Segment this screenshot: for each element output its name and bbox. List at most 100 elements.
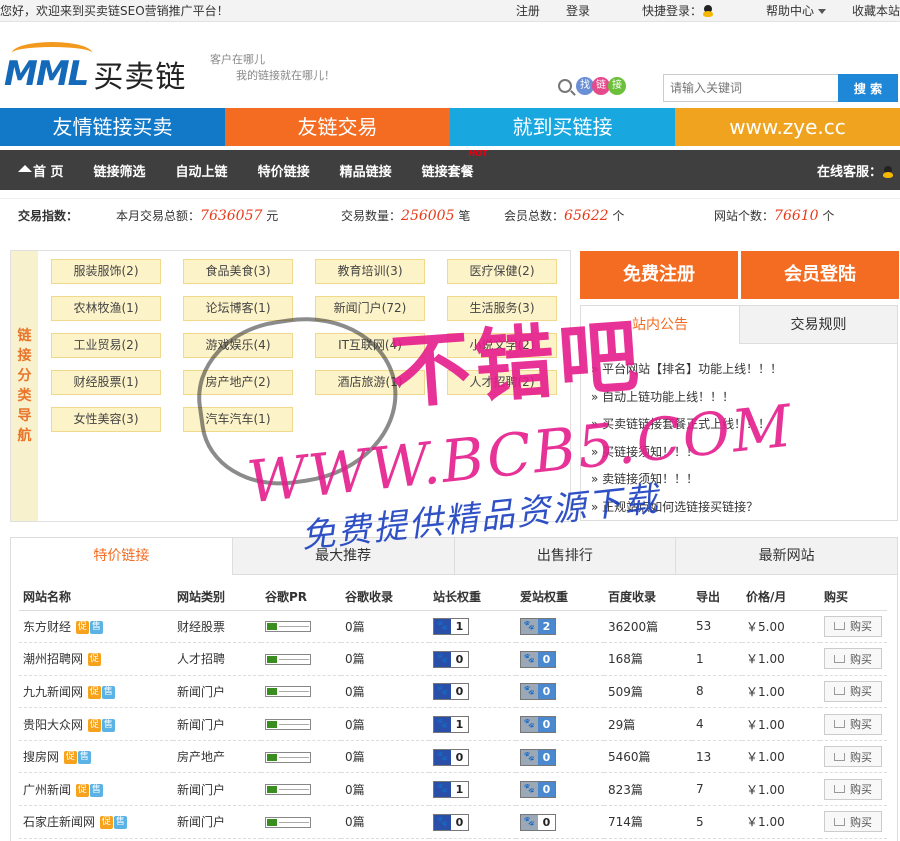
buy-button[interactable]: 购买 xyxy=(824,811,882,833)
tab-top-recommend[interactable]: 最大推荐 xyxy=(231,538,454,575)
zz-weight-cell: 🐾 0 xyxy=(429,805,516,839)
welcome-text: 您好，欢迎来到买卖链SEO营销推广平台！ xyxy=(0,4,229,18)
category-item[interactable]: 房产地产(2) xyxy=(183,370,293,395)
site-name[interactable]: 广州新闻 xyxy=(23,783,71,797)
category-item[interactable]: 酒店旅游(1) xyxy=(315,370,425,395)
az-weight-badge: 🐾 0 xyxy=(520,813,556,831)
col-google-pr: 谷歌PR xyxy=(261,584,341,611)
notice-panel: 站内公告 交易规则 » 平台网站【排名】功能上线！！！ » 自动上链功能上线！！… xyxy=(580,305,898,521)
notice-item[interactable]: » 正规站点如何选链接买链接？ xyxy=(591,494,782,522)
export-cell: 4 xyxy=(692,707,742,741)
notice-item[interactable]: » 自动上链功能上线！！！ xyxy=(591,384,782,412)
zz-weight-cell: 🐾 0 xyxy=(429,675,516,709)
category-item[interactable]: 小说文学(2) xyxy=(447,333,557,358)
site-name[interactable]: 搜房网 xyxy=(23,750,59,764)
az-weight-value: 0 xyxy=(538,782,555,798)
az-weight-cell: 🐾 2 xyxy=(516,610,604,644)
side-char: 导 xyxy=(17,408,32,424)
category-item[interactable]: 医疗保健(2) xyxy=(447,259,557,284)
notice-item[interactable]: » 买链接须知！！！ xyxy=(591,439,782,467)
tab-trade-rules[interactable]: 交易规则 xyxy=(739,306,897,344)
zz-weight-badge: 🐾 1 xyxy=(433,618,469,636)
side-char: 航 xyxy=(17,428,32,444)
export-cell: 53 xyxy=(692,610,742,644)
category-item[interactable]: 新闻门户(72) xyxy=(315,296,425,321)
category-item[interactable]: 食品美食(3) xyxy=(183,259,293,284)
zz-weight-badge: 🐾 0 xyxy=(433,650,469,668)
help-center-menu[interactable]: 帮助中心 xyxy=(740,2,826,19)
favorite-link[interactable]: 收藏本站 xyxy=(852,2,900,19)
category-item[interactable]: 财经股票(1) xyxy=(51,370,161,395)
category-cell: 人才招聘 xyxy=(173,642,261,676)
register-link[interactable]: 注册 xyxy=(516,2,540,19)
nav-premium-links[interactable]: 精品链接 xyxy=(340,161,392,180)
site-name[interactable]: 石家庄新闻网 xyxy=(23,815,95,829)
site-name[interactable]: 东方财经 xyxy=(23,620,71,634)
tab-sales-ranking[interactable]: 出售排行 xyxy=(453,538,676,575)
site-name[interactable]: 贵阳大众网 xyxy=(23,718,83,732)
search-button[interactable]: 搜 索 xyxy=(838,74,898,102)
buy-button[interactable]: 购买 xyxy=(824,778,882,800)
notice-item[interactable]: » 卖链接须知！！！ xyxy=(591,466,782,494)
category-cell: 新闻门户 xyxy=(173,805,261,839)
find-chain-bubbles: 找 链 接 xyxy=(576,77,626,95)
buy-button[interactable]: 购买 xyxy=(824,615,882,637)
google-index-cell: 0篇 xyxy=(341,772,429,807)
site-logo[interactable]: MML 买卖链 xyxy=(4,42,186,96)
nav-link-packages[interactable]: 链接套餐 HOT xyxy=(422,149,488,180)
links-table-body: 东方财经 促售财经股票 0篇 🐾 1 🐾 2 36200篇 53 ￥5.00 购买 潮州招聘网 促人… xyxy=(19,610,887,839)
category-item[interactable]: 论坛博客(1) xyxy=(183,296,293,321)
category-item[interactable]: 农林牧渔(1) xyxy=(51,296,161,321)
site-name[interactable]: 九九新闻网 xyxy=(23,685,83,699)
login-link[interactable]: 登录 xyxy=(566,2,590,19)
buy-label: 购买 xyxy=(850,718,872,732)
category-item[interactable]: IT互联网(4) xyxy=(315,333,425,358)
tab-special-links[interactable]: 特价链接 xyxy=(11,538,232,575)
zz-weight-value: 0 xyxy=(455,750,464,764)
buy-button[interactable]: 购买 xyxy=(824,648,882,670)
nav-link-filter[interactable]: 链接筛选 xyxy=(94,161,146,180)
category-item[interactable]: 游戏娱乐(4) xyxy=(183,333,293,358)
category-item[interactable]: 人才招聘(2) xyxy=(447,370,557,395)
category-item[interactable]: 女性美容(3) xyxy=(51,407,161,432)
notice-item[interactable]: » 买卖链链接套餐正式上线！！！ xyxy=(591,411,782,439)
online-service[interactable]: 在线客服： xyxy=(817,161,894,180)
export-cell: 1 xyxy=(692,642,742,676)
side-char: 分 xyxy=(17,368,32,384)
buy-label: 购买 xyxy=(850,815,872,829)
member-login-button[interactable]: 会员登陆 xyxy=(741,251,899,299)
qq-icon[interactable] xyxy=(702,5,714,18)
tab-newest-sites[interactable]: 最新网站 xyxy=(675,538,897,575)
buy-button[interactable]: 购买 xyxy=(824,713,882,735)
price-cell: ￥1.00 xyxy=(742,707,820,741)
tab-site-notice[interactable]: 站内公告 xyxy=(581,306,739,344)
nav-auto-link[interactable]: 自动上链 xyxy=(176,161,228,180)
quick-login[interactable]: 快捷登录： xyxy=(616,2,714,19)
site-name-cell: 贵阳大众网 促售 xyxy=(19,707,173,741)
promo-banner[interactable]: 友情链接买卖 友链交易 就到买链接 www.zye.cc xyxy=(0,108,900,146)
free-register-button[interactable]: 免费注册 xyxy=(580,251,738,299)
site-name-cell: 石家庄新闻网 促售 xyxy=(19,805,173,839)
site-name[interactable]: 潮州招聘网 xyxy=(23,652,83,666)
nav-special-links[interactable]: 特价链接 xyxy=(258,161,310,180)
category-item[interactable]: 汽车汽车(1) xyxy=(183,407,293,432)
col-google-index: 谷歌收录 xyxy=(341,584,429,611)
google-pr-cell xyxy=(261,772,341,807)
stat-label: 会员总数： xyxy=(504,209,565,223)
side-char: 类 xyxy=(17,388,32,404)
category-item[interactable]: 教育培训(3) xyxy=(315,259,425,284)
category-item[interactable]: 服装服饰(2) xyxy=(51,259,161,284)
search-input[interactable] xyxy=(663,74,839,102)
az-weight-cell: 🐾 0 xyxy=(516,772,604,807)
slogan-line-1: 客户在哪儿 xyxy=(210,53,265,66)
buy-button[interactable]: 购买 xyxy=(824,746,882,768)
category-item[interactable]: 生活服务(3) xyxy=(447,296,557,321)
nav-home[interactable]: 首 页 xyxy=(18,161,64,180)
notice-item[interactable]: » 平台网站【排名】功能上线！！！ xyxy=(591,356,782,384)
category-item[interactable]: 工业贸易(2) xyxy=(51,333,161,358)
site-name-cell: 东方财经 促售 xyxy=(19,610,173,644)
stat-label: 交易数量： xyxy=(341,209,402,223)
buy-button[interactable]: 购买 xyxy=(824,680,882,702)
zz-weight-value: 1 xyxy=(455,718,464,732)
qq-service-icon[interactable] xyxy=(882,166,894,179)
